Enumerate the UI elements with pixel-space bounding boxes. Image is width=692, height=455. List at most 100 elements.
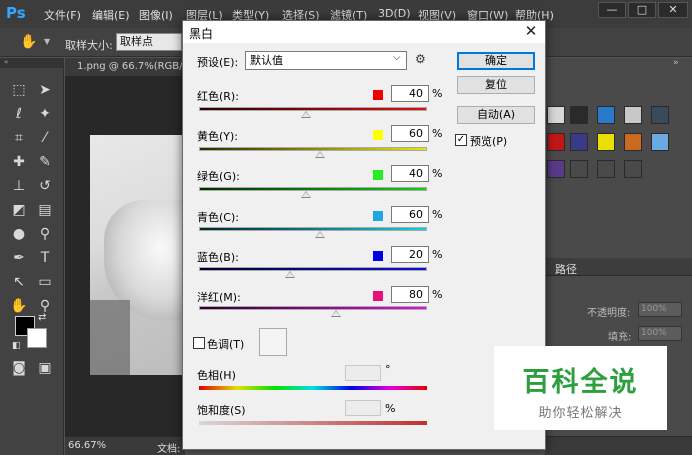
gradient-tool-icon[interactable]: ▤	[34, 200, 56, 220]
hand-tool-icon[interactable]: ✋	[8, 296, 30, 316]
zoom-level[interactable]: 66.67%	[68, 440, 106, 451]
magenta-percent-label: %	[432, 288, 443, 301]
default-colors-icon[interactable]: ◧	[12, 341, 21, 351]
style-swatch[interactable]	[570, 106, 588, 124]
hand-tool-icon[interactable]: ✋	[20, 34, 37, 50]
preset-select[interactable]: 默认值	[245, 51, 407, 70]
healing-brush-tool-icon[interactable]: ✚	[8, 152, 30, 172]
auto-button[interactable]: 自动(A)	[457, 106, 535, 124]
panel-collapse-icon[interactable]: »	[673, 58, 679, 68]
blur-tool-icon[interactable]: ●	[8, 224, 30, 244]
type-tool-icon[interactable]: T	[34, 248, 56, 268]
style-swatch[interactable]	[570, 160, 588, 178]
green-slider-track[interactable]	[199, 187, 427, 191]
eyedropper-tool-icon[interactable]: ⁄	[34, 128, 56, 148]
cyan-swatch	[373, 211, 383, 221]
style-swatch[interactable]	[597, 106, 615, 124]
magenta-value-field[interactable]: 80	[391, 286, 429, 303]
paths-tab[interactable]: 路径	[545, 258, 692, 276]
style-swatch[interactable]	[624, 133, 642, 151]
watermark-subtitle: 助你轻松解决	[538, 406, 623, 421]
blue-swatch	[373, 251, 383, 261]
tool-preset-dropdown-icon[interactable]: ▼	[44, 37, 50, 46]
background-color-swatch[interactable]	[27, 328, 47, 348]
fill-field[interactable]: 100%	[638, 326, 682, 341]
style-swatch[interactable]	[597, 133, 615, 151]
menu-3d[interactable]: 3D(D)	[378, 7, 411, 20]
green-value-field[interactable]: 40	[391, 165, 429, 182]
style-swatch[interactable]	[624, 106, 642, 124]
green-slider-thumb[interactable]	[301, 191, 312, 198]
saturation-label: 饱和度(S)	[197, 404, 246, 417]
close-app-button[interactable]: ✕	[658, 2, 688, 18]
gear-icon[interactable]: ⚙	[415, 52, 426, 66]
chevron-down-icon[interactable]: ⌵	[393, 52, 401, 63]
cyan-slider-thumb[interactable]	[314, 231, 325, 238]
rectangle-tool-icon[interactable]: ▭	[34, 272, 56, 292]
eraser-tool-icon[interactable]: ◩	[8, 200, 30, 220]
cyan-value-field[interactable]: 60	[391, 206, 429, 223]
style-swatch[interactable]	[570, 133, 588, 151]
move-tool-icon[interactable]: ➤	[34, 80, 56, 100]
saturation-slider-track[interactable]	[199, 421, 427, 425]
pen-tool-icon[interactable]: ✒	[8, 248, 30, 268]
style-swatch[interactable]	[547, 106, 565, 124]
preview-checkbox[interactable]: ✓	[455, 134, 467, 146]
red-slider-track[interactable]	[199, 107, 427, 111]
blue-slider-thumb[interactable]	[285, 271, 296, 278]
marquee-tool-icon[interactable]: ⬚	[8, 80, 30, 100]
swap-colors-icon[interactable]: ⇄	[38, 312, 46, 323]
reset-button[interactable]: 复位	[457, 76, 535, 94]
canvas-image-shadow	[90, 300, 130, 375]
style-swatch[interactable]	[597, 160, 615, 178]
style-swatch[interactable]	[547, 133, 565, 151]
doc-info-label: 文档:	[157, 444, 181, 455]
tint-color-swatch[interactable]	[259, 328, 287, 356]
crop-tool-icon[interactable]: ⌗	[8, 128, 30, 148]
hue-field[interactable]	[345, 365, 381, 381]
toolbar-collapse-icon[interactable]: «	[0, 58, 64, 68]
yellow-value-field[interactable]: 60	[391, 125, 429, 142]
dialog-titlebar[interactable]: 黑白 ✕	[183, 21, 545, 43]
magenta-slider-track[interactable]	[199, 306, 427, 310]
dialog-close-icon[interactable]: ✕	[521, 22, 541, 40]
opacity-field[interactable]: 100%	[638, 302, 682, 317]
magenta-slider-thumb[interactable]	[330, 310, 341, 317]
yellow-slider-thumb[interactable]	[314, 151, 325, 158]
red-slider-thumb[interactable]	[301, 111, 312, 118]
hue-unit: °	[385, 363, 391, 376]
clone-stamp-tool-icon[interactable]: ⊥	[8, 176, 30, 196]
dodge-tool-icon[interactable]: ⚲	[34, 224, 56, 244]
style-swatch[interactable]	[651, 106, 669, 124]
menu-edit[interactable]: 编辑(E)	[92, 7, 130, 23]
ok-button[interactable]: 确定	[457, 52, 535, 70]
style-swatch[interactable]	[651, 133, 669, 151]
sample-size-select[interactable]: 取样点	[116, 33, 182, 51]
style-swatch[interactable]	[624, 160, 642, 178]
red-value-field[interactable]: 40	[391, 85, 429, 102]
minimize-button[interactable]: —	[598, 2, 626, 18]
menu-file[interactable]: 文件(F)	[44, 7, 81, 23]
saturation-field[interactable]	[345, 400, 381, 416]
yellow-percent-label: %	[432, 127, 443, 140]
hue-slider-track[interactable]	[199, 386, 427, 390]
screen-mode-icon[interactable]: ▣	[34, 358, 56, 378]
path-selection-tool-icon[interactable]: ↖	[8, 272, 30, 292]
style-swatch[interactable]	[547, 160, 565, 178]
red-percent-label: %	[432, 87, 443, 100]
menu-image[interactable]: 图像(I)	[139, 7, 173, 23]
history-brush-tool-icon[interactable]: ↺	[34, 176, 56, 196]
blue-value-field[interactable]: 20	[391, 246, 429, 263]
quick-mask-icon[interactable]: ◙	[8, 358, 30, 378]
blue-slider-track[interactable]	[199, 267, 427, 271]
preset-label: 预设(E):	[197, 56, 239, 69]
document-tab[interactable]: 1.png @ 66.7%(RGB/8#	[65, 58, 197, 76]
cyan-slider-track[interactable]	[199, 227, 427, 231]
magic-wand-tool-icon[interactable]: ✦	[34, 104, 56, 124]
maximize-button[interactable]: □	[628, 2, 656, 18]
brush-tool-icon[interactable]: ✎	[34, 152, 56, 172]
yellow-slider-track[interactable]	[199, 147, 427, 151]
lasso-tool-icon[interactable]: ℓ	[8, 104, 30, 124]
tint-checkbox[interactable]	[193, 337, 205, 349]
yellow-label: 黄色(Y):	[197, 130, 239, 143]
